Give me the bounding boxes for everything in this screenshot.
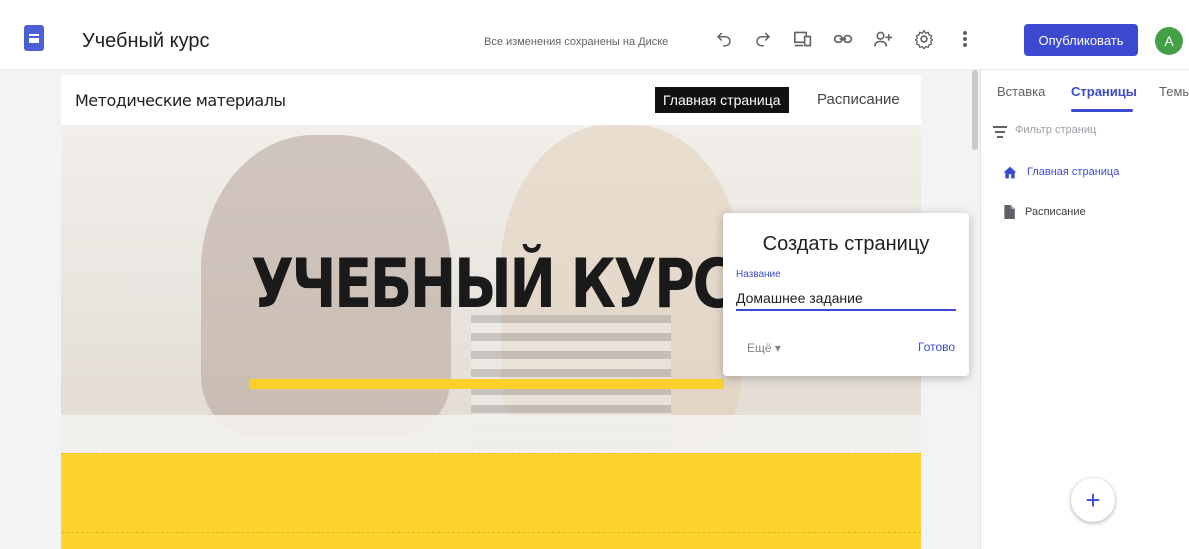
add-page-button[interactable]: + <box>1071 478 1115 522</box>
tab-themes[interactable]: Темы <box>1159 84 1189 99</box>
tab-pages[interactable]: Страницы <box>1071 84 1137 99</box>
dialog-title: Создать страницу <box>762 233 930 255</box>
page-item-home[interactable]: Главная страница <box>1003 162 1119 182</box>
nav-schedule[interactable]: Расписание <box>817 87 900 113</box>
section-divider <box>61 532 921 533</box>
sites-logo-icon[interactable] <box>24 25 44 51</box>
page-name-input[interactable] <box>736 287 956 311</box>
save-status: Все изменения сохранены на Диске <box>484 36 669 48</box>
yellow-section[interactable] <box>61 453 921 549</box>
home-icon <box>1003 166 1017 178</box>
filter-icon <box>993 126 1007 138</box>
done-button[interactable]: Готово <box>918 340 955 354</box>
more-options-button[interactable]: Ещё ▾ <box>747 341 781 355</box>
redo-icon[interactable] <box>752 28 774 50</box>
link-icon[interactable] <box>832 28 854 50</box>
page-icon <box>1004 205 1015 219</box>
preview-icon[interactable] <box>792 28 814 50</box>
hero-underline <box>249 379 724 389</box>
page-item-label: Расписание <box>1025 206 1086 218</box>
top-bar: Учебный курс Все изменения сохранены на … <box>0 0 1189 70</box>
site-header: Методические материалы Главная страница … <box>61 75 921 125</box>
publish-button[interactable]: Опубликовать <box>1024 24 1138 56</box>
create-page-dialog: Создать страницу Название Ещё ▾ Готово <box>723 213 969 376</box>
document-title[interactable]: Учебный курс <box>82 30 210 53</box>
settings-icon[interactable] <box>913 28 935 50</box>
page-item-label: Главная страница <box>1027 166 1120 178</box>
name-field-label: Название <box>736 269 781 280</box>
share-icon[interactable] <box>872 28 894 50</box>
avatar[interactable]: A <box>1155 27 1183 55</box>
side-panel: Вставка Страницы Темы Главная страница Р… <box>980 70 1189 549</box>
more-vert-icon[interactable] <box>954 28 976 50</box>
active-tab-indicator <box>1071 109 1133 112</box>
nav-home[interactable]: Главная страница <box>655 87 789 113</box>
undo-icon[interactable] <box>713 28 735 50</box>
tab-insert[interactable]: Вставка <box>997 84 1045 99</box>
canvas-scrollbar[interactable] <box>972 70 978 150</box>
page-filter-input[interactable] <box>1015 124 1175 136</box>
page-item-schedule[interactable]: Расписание <box>1003 202 1086 222</box>
site-name[interactable]: Методические материалы <box>75 91 286 110</box>
